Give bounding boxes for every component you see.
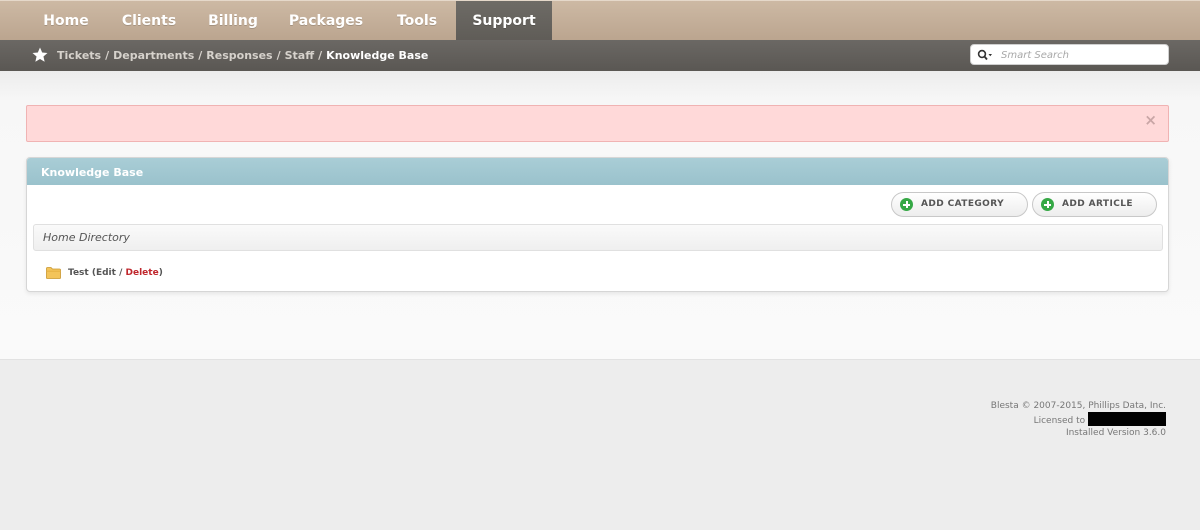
tab-billing[interactable]: Billing (196, 1, 270, 41)
plus-icon (1041, 198, 1054, 211)
category-name[interactable]: Test (68, 268, 89, 278)
subnav-link-knowledge-base[interactable]: Knowledge Base (326, 49, 428, 62)
breadcrumb-separator: / (318, 49, 323, 62)
breadcrumb-separator: / (105, 49, 110, 62)
add-article-button[interactable]: ADD ARTICLE (1032, 192, 1157, 217)
add-article-label: ADD ARTICLE (1062, 199, 1133, 209)
footer: Blesta © 2007-2015, Phillips Data, Inc. … (991, 400, 1166, 439)
tab-packages[interactable]: Packages (280, 1, 372, 41)
close-icon[interactable]: × (1144, 111, 1157, 129)
edit-link[interactable]: Edit (96, 268, 116, 278)
home-directory-bar: Home Directory (33, 224, 1163, 251)
breadcrumb: Tickets / Departments / Responses / Staff / Know… (57, 40, 428, 71)
redacted-license-owner (1088, 412, 1166, 426)
footer-license: Licensed to (991, 412, 1166, 427)
breadcrumb-separator: / (198, 49, 203, 62)
star-icon[interactable] (31, 46, 49, 64)
subnav-link-tickets[interactable]: Tickets (57, 49, 101, 62)
subnav-link-responses[interactable]: Responses (206, 49, 272, 62)
footer-version: Installed Version 3.6.0 (1065, 428, 1166, 438)
search-icon[interactable] (977, 49, 993, 61)
smart-search-box[interactable] (970, 44, 1169, 65)
add-category-label: ADD CATEGORY (921, 199, 1004, 209)
tab-clients[interactable]: Clients (110, 1, 188, 41)
delete-link[interactable]: Delete (126, 268, 159, 278)
directory-label: Home Directory (43, 231, 130, 244)
add-category-button[interactable]: ADD CATEGORY (891, 192, 1028, 217)
top-navigation: Home Clients Billing Packages Tools Supp… (0, 0, 1200, 41)
category-text: Test (Edit / Delete) (68, 268, 163, 278)
tab-support[interactable]: Support (456, 1, 552, 41)
subnav-link-departments[interactable]: Departments (113, 49, 194, 62)
search-input[interactable] (1001, 47, 1161, 63)
panel-header: Knowledge Base (27, 158, 1168, 185)
tab-tools[interactable]: Tools (384, 1, 450, 41)
tab-home[interactable]: Home (28, 1, 104, 41)
footer-copyright: Blesta © 2007-2015, Phillips Data, Inc. (990, 401, 1166, 411)
licensed-to-label: Licensed to (1033, 416, 1086, 426)
breadcrumb-separator: / (276, 49, 281, 62)
panel-title: Knowledge Base (41, 166, 144, 179)
plus-icon (900, 198, 913, 211)
knowledge-base-panel: Knowledge Base ADD CATEGORY ADD ARTICLE … (26, 157, 1169, 292)
subnav-link-staff[interactable]: Staff (285, 49, 315, 62)
folder-icon (46, 267, 61, 279)
error-alert: × (26, 105, 1169, 142)
